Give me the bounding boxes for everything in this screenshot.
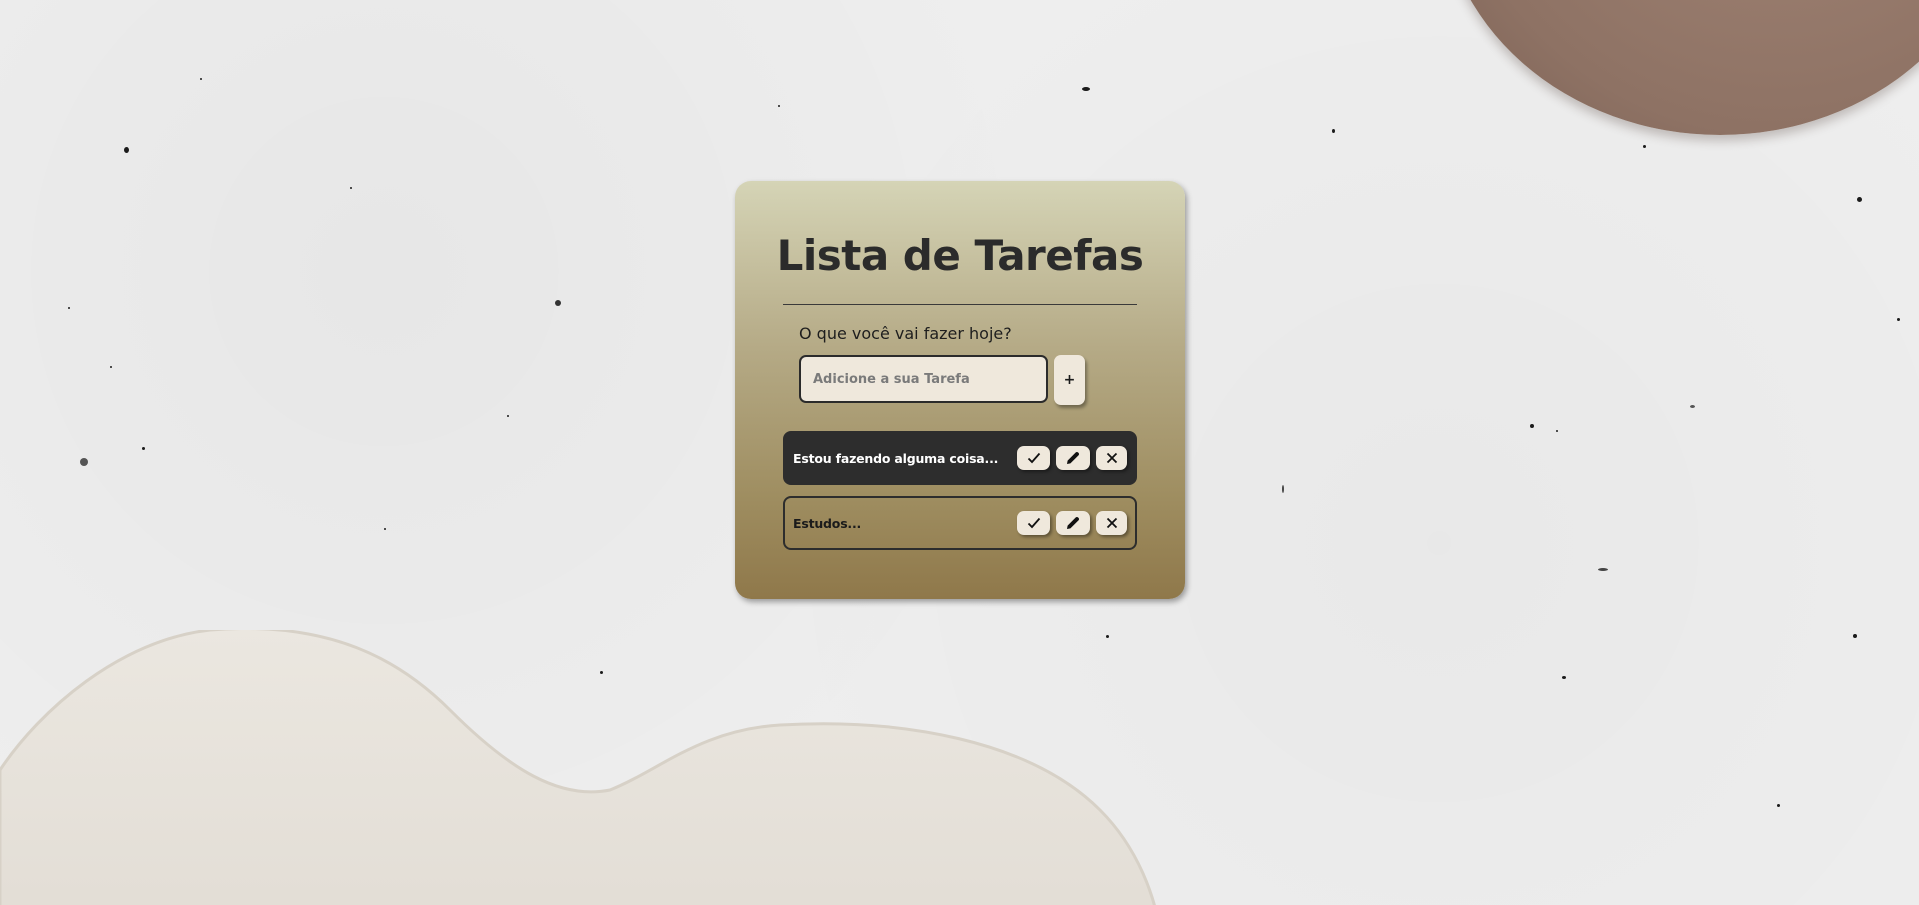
edit-task-button[interactable] [1056,446,1090,470]
todo-card: Lista de Tarefas O que você vai fazer ho… [735,181,1185,599]
task-actions [1017,511,1127,535]
task-item: Estudos... [783,496,1137,550]
title-divider [783,304,1137,305]
check-icon [1027,452,1040,464]
edit-task-button[interactable] [1056,511,1090,535]
page-title: Lista de Tarefas [776,231,1144,280]
complete-task-button[interactable] [1017,446,1050,470]
task-prompt-label: O que você vai fazer hoje? [799,324,1012,343]
task-text: Estudos... [793,515,862,531]
delete-task-button[interactable] [1096,511,1127,535]
complete-task-button[interactable] [1017,511,1050,535]
decorative-blob-bottom [0,630,1156,905]
task-item: Estou fazendo alguma coisa... [783,431,1137,485]
pencil-icon [1067,451,1080,464]
check-icon [1027,517,1040,529]
task-input[interactable] [799,355,1048,403]
delete-task-button[interactable] [1096,446,1127,470]
x-icon [1106,517,1117,529]
pencil-icon [1067,516,1080,529]
task-actions [1017,446,1127,470]
x-icon [1106,452,1117,464]
add-task-button[interactable]: + [1054,355,1085,405]
task-text: Estou fazendo alguma coisa... [793,450,999,466]
